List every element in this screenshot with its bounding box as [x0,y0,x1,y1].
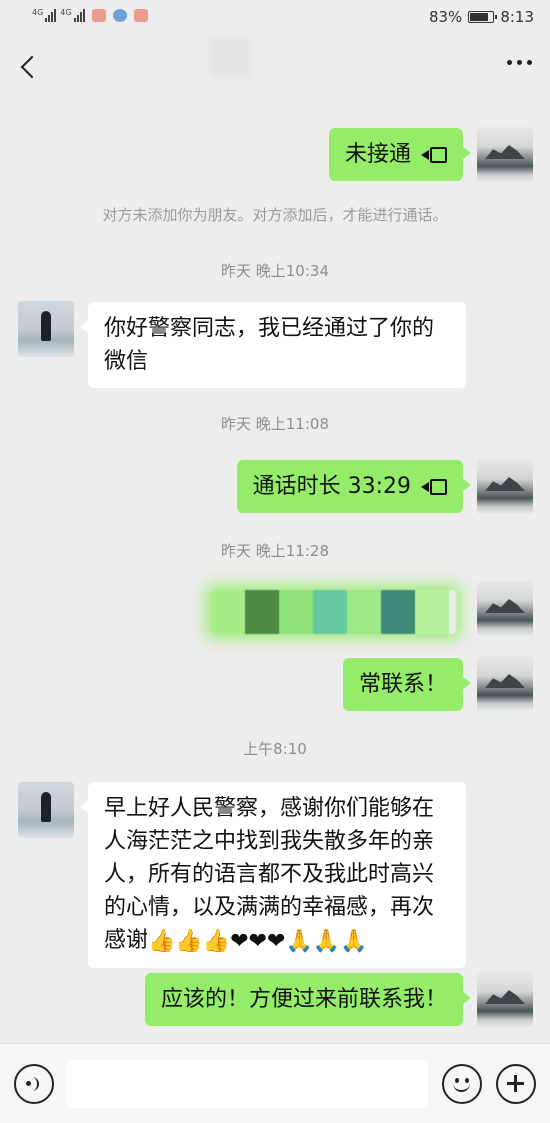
timestamp: 上午8:10 [243,740,307,758]
avatar[interactable] [477,972,533,1028]
sticker-block [211,590,245,634]
sticker-block [415,590,449,634]
sticker-block [245,590,279,634]
sticker-block [313,590,347,634]
more-dots-icon[interactable] [507,60,532,65]
avatar[interactable] [477,459,533,515]
message-bubble[interactable]: 常联系！ [342,658,472,711]
message-bubble[interactable]: 早上好人民警察，感谢你们能够在人海茫茫之中找到我失散多年的亲人，所有的语言都不及… [80,782,466,968]
notification-app-icon [91,9,106,22]
video-call-icon [421,147,447,163]
sticker-block [347,590,381,634]
message-bubble[interactable]: 你好警察同志，我已经通过了你的微信 [80,302,466,388]
chevron-left-icon[interactable] [14,50,44,84]
video-call-icon [421,479,447,495]
notification-app-icon [112,9,127,22]
status-bar: 4G 4G 83% 8:13 [0,0,550,36]
message-bubble[interactable]: 应该的！方便过来前联系我！ [144,973,472,1026]
timestamp: 昨天 晚上11:08 [221,415,329,433]
battery-percent: 83% [428,8,463,26]
sticker-image[interactable] [211,590,456,634]
chat-header [0,36,550,98]
status-icons-right: 83% 8:13 [429,8,534,26]
system-message: 对方未添加你为朋友。对方添加后，才能进行通话。 [102,206,448,224]
voice-icon[interactable] [14,1064,54,1104]
timestamp: 昨天 晚上11:28 [221,542,329,560]
call-bubble[interactable]: 未接通 [328,128,472,181]
avatar[interactable] [477,581,533,637]
emoji-sequence: 👍👍👍❤❤❤🙏🙏🙏 [148,928,368,954]
sticker-block [279,590,313,634]
plus-icon[interactable] [496,1064,536,1104]
clock: 8:13 [500,8,534,26]
chat-title-blurred [210,38,250,76]
sticker-block [381,590,415,634]
signal-icon: 4G [60,8,85,22]
signal-icon: 4G [32,8,57,22]
avatar[interactable] [18,782,74,838]
emoji-icon[interactable] [442,1064,482,1104]
battery-icon [468,11,498,23]
avatar[interactable] [18,301,74,357]
timestamp: 昨天 晚上10:34 [221,262,329,280]
avatar[interactable] [477,127,533,183]
notification-app-icon [133,9,148,22]
avatar[interactable] [477,656,533,712]
input-bar [0,1043,550,1123]
call-bubble[interactable]: 通话时长 33:29 [236,460,472,513]
message-input[interactable] [66,1060,428,1108]
status-icons-left: 4G 4G [32,8,148,22]
